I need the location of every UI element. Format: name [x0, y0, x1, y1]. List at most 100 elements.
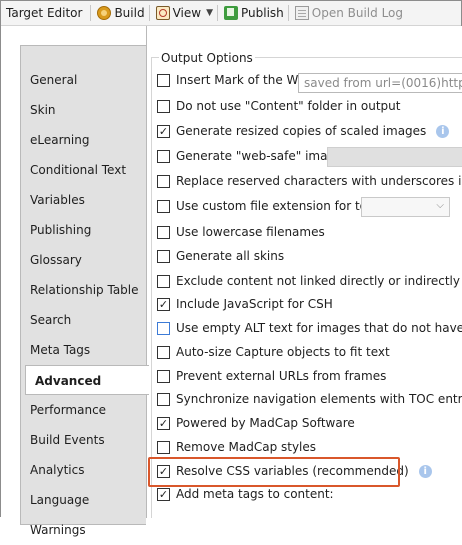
option-row[interactable]: Remove MadCap styles	[157, 437, 316, 457]
tab-elearning[interactable]: eLearning	[21, 125, 146, 155]
option-label: Include JavaScript for CSH	[176, 297, 333, 311]
tab-advanced[interactable]: Advanced	[25, 365, 149, 395]
option-row[interactable]: Use lowercase filenames	[157, 222, 325, 242]
toolbar-separator	[216, 5, 218, 21]
option-row[interactable]: ✓ Include JavaScript for CSH	[157, 294, 333, 314]
build-button[interactable]: Build	[95, 2, 148, 24]
option-label: Generate resized copies of scaled images	[176, 124, 427, 138]
option-checkbox[interactable]: ✓	[157, 297, 170, 311]
tab-strip: General Skin eLearning Conditional Text Vari…	[20, 45, 149, 537]
chevron-down-icon[interactable]: ▼	[206, 8, 213, 18]
tab-skin[interactable]: Skin	[21, 95, 146, 125]
tab-publishing[interactable]: Publishing	[21, 215, 146, 245]
tab-panel: General Skin eLearning Conditional Text Vari…	[1, 26, 149, 537]
tab-general[interactable]: General	[21, 65, 146, 95]
option-row[interactable]: Prevent external URLs from frames	[157, 366, 386, 386]
open-build-log-label: Open Build Log	[311, 6, 404, 20]
file-extension-select[interactable]: ⌵	[361, 197, 450, 217]
option-checkbox[interactable]	[157, 440, 170, 454]
option-checkbox[interactable]	[157, 321, 170, 335]
view-icon	[155, 6, 170, 20]
option-label: Auto-size Capture objects to fit text	[176, 345, 390, 359]
option-label: Insert Mark of the Web	[176, 73, 313, 87]
option-label: Exclude content not linked directly or i…	[176, 274, 462, 288]
option-checkbox[interactable]: ✓	[157, 464, 170, 478]
option-label: Use lowercase filenames	[176, 225, 325, 239]
option-row[interactable]: Insert Mark of the Web	[157, 70, 313, 90]
advanced-options-panel: Output Options Insert Mark of the Web Do …	[146, 26, 462, 518]
option-checkbox[interactable]	[157, 149, 170, 163]
toolbar: Target Editor Build View ▼ Publish Open …	[1, 1, 461, 26]
tab-variables[interactable]: Variables	[21, 185, 146, 215]
toolbar-separator	[90, 5, 92, 21]
option-checkbox[interactable]	[157, 345, 170, 359]
option-label: Resolve CSS variables (recommended)	[176, 464, 409, 478]
option-label: Generate all skins	[176, 249, 285, 263]
view-button[interactable]: View ▼	[154, 2, 217, 24]
option-label: Use empty ALT text for images that do no…	[176, 321, 462, 335]
tab-meta-tags[interactable]: Meta Tags	[21, 335, 146, 365]
toolbar-separator	[287, 5, 289, 21]
option-checkbox[interactable]: ✓	[157, 416, 170, 430]
option-row[interactable]: Auto-size Capture objects to fit text	[157, 342, 390, 362]
tab-performance[interactable]: Performance	[21, 395, 146, 425]
option-row[interactable]: ✓ Resolve CSS variables (recommended) i	[157, 461, 432, 481]
option-row[interactable]: Synchronize navigation elements with TOC…	[157, 389, 462, 409]
option-label: Add meta tags to content:	[176, 487, 334, 501]
publish-label: Publish	[240, 6, 284, 20]
toolbar-separator	[148, 5, 150, 21]
publish-icon	[223, 6, 238, 20]
option-row[interactable]: Exclude content not linked directly or i…	[157, 271, 462, 291]
option-row[interactable]: ✓ Powered by MadCap Software	[157, 413, 355, 433]
option-label: Remove MadCap styles	[176, 440, 317, 454]
open-build-log-button[interactable]: Open Build Log	[293, 2, 407, 24]
option-checkbox[interactable]	[157, 392, 170, 406]
publish-button[interactable]: Publish	[222, 2, 288, 24]
option-row[interactable]: Use custom file extension for topics	[157, 196, 391, 216]
tab-relationship-table[interactable]: Relationship Table	[21, 275, 146, 305]
option-checkbox[interactable]	[157, 73, 170, 87]
output-options-title: Output Options	[159, 51, 255, 65]
option-row[interactable]: ✓ Generate resized copies of scaled image…	[157, 121, 450, 141]
meta-tags-input[interactable]	[187, 516, 462, 518]
editor-title: Target Editor	[6, 6, 83, 20]
build-icon	[97, 6, 112, 20]
option-checkbox[interactable]	[157, 99, 170, 113]
tab-warnings[interactable]: Warnings	[21, 515, 146, 545]
option-checkbox[interactable]: ✓	[157, 124, 170, 138]
tab-build-events[interactable]: Build Events	[21, 425, 146, 455]
build-log-icon	[294, 6, 309, 20]
tab-language[interactable]: Language	[21, 485, 146, 515]
option-checkbox[interactable]	[157, 369, 170, 383]
option-row[interactable]: Replace reserved characters with undersc…	[157, 171, 462, 191]
web-safe-format-field	[327, 147, 462, 167]
option-label: Generate "web-safe" images	[176, 149, 349, 163]
option-label: Use custom file extension for topics	[176, 199, 391, 213]
tab-glossary[interactable]: Glossary	[21, 245, 146, 275]
option-checkbox[interactable]	[157, 274, 170, 288]
mark-of-web-input[interactable]: saved from url=(0016)http://localhost	[298, 73, 462, 93]
option-checkbox[interactable]	[157, 225, 170, 239]
option-checkbox[interactable]: ✓	[157, 487, 170, 501]
option-label: Prevent external URLs from frames	[176, 369, 387, 383]
option-row[interactable]: Use empty ALT text for images that do no…	[157, 318, 462, 338]
option-row[interactable]: Generate "web-safe" images	[157, 146, 349, 166]
build-label: Build	[114, 6, 145, 20]
option-row[interactable]: Do not use "Content" folder in output	[157, 96, 400, 116]
info-icon[interactable]: i	[436, 124, 450, 138]
tab-conditional-text[interactable]: Conditional Text	[21, 155, 146, 185]
tab-analytics[interactable]: Analytics	[21, 455, 146, 485]
option-checkbox[interactable]	[157, 174, 170, 188]
tab-search[interactable]: Search	[21, 305, 146, 335]
option-label: Synchronize navigation elements with TOC…	[176, 392, 462, 406]
option-checkbox[interactable]	[157, 199, 170, 213]
option-label: Powered by MadCap Software	[176, 416, 355, 430]
option-label: Do not use "Content" folder in output	[176, 99, 401, 113]
option-label: Replace reserved characters with undersc…	[176, 174, 462, 188]
view-label: View	[172, 6, 202, 20]
option-row[interactable]: Generate all skins	[157, 246, 284, 266]
chevron-down-icon: ⌵	[436, 200, 444, 211]
option-checkbox[interactable]	[157, 249, 170, 263]
option-row[interactable]: ✓ Add meta tags to content:	[157, 484, 334, 504]
info-icon[interactable]: i	[418, 464, 432, 478]
